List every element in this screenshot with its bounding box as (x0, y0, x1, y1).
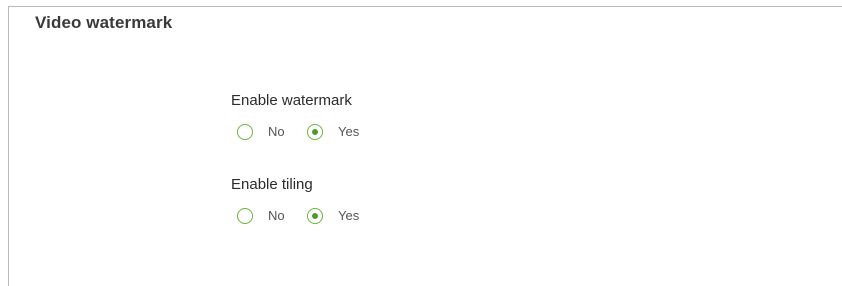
selected-dot-icon (312, 213, 318, 219)
enable-watermark-label: Enable watermark (231, 92, 352, 109)
enable-watermark-setting: Enable watermark No Yes (231, 91, 531, 146)
enable-tiling-no-radio[interactable] (237, 208, 253, 224)
section-title: Video watermark (35, 13, 173, 32)
enable-watermark-yes-label[interactable]: Yes (338, 124, 359, 140)
enable-tiling-yes-label[interactable]: Yes (338, 208, 359, 224)
enable-tiling-setting: Enable tiling No Yes (231, 175, 531, 230)
enable-watermark-no-label[interactable]: No (268, 124, 285, 140)
enable-tiling-label: Enable tiling (231, 176, 313, 193)
enable-watermark-no-radio[interactable] (237, 124, 253, 140)
enable-watermark-yes-radio[interactable] (307, 124, 323, 140)
video-watermark-panel: Video watermark Enable watermark No Yes … (8, 6, 842, 286)
enable-tiling-no-option[interactable]: No (237, 208, 285, 224)
enable-tiling-no-label[interactable]: No (268, 208, 285, 224)
enable-watermark-options: No Yes (231, 124, 531, 146)
enable-watermark-yes-option[interactable]: Yes (307, 124, 359, 140)
enable-watermark-no-option[interactable]: No (237, 124, 285, 140)
enable-tiling-options: No Yes (231, 208, 531, 230)
selected-dot-icon (312, 129, 318, 135)
enable-tiling-yes-radio[interactable] (307, 208, 323, 224)
enable-tiling-yes-option[interactable]: Yes (307, 208, 359, 224)
